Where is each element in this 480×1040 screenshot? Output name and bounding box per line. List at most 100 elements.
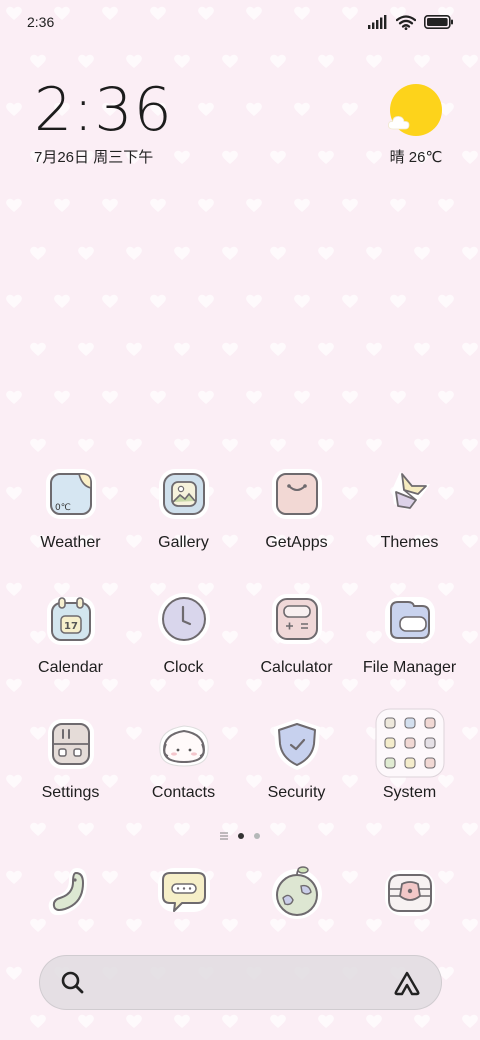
cloud-icon: [388, 116, 410, 130]
app-system-folder[interactable]: System: [353, 708, 466, 810]
search-bar[interactable]: [39, 955, 442, 1010]
sunny-cloud-icon: [388, 84, 442, 136]
wallpaper-heart-icon: [246, 102, 262, 116]
wallpaper-heart-icon: [78, 54, 94, 68]
clock-widget[interactable]: 2:36 7月26日 周三下午: [34, 78, 173, 167]
shield-icon: [267, 714, 327, 774]
wallpaper-heart-icon: [198, 294, 214, 308]
wallpaper-heart-icon: [30, 342, 46, 356]
app-label: Gallery: [158, 534, 209, 551]
wallpaper-heart-icon: [30, 1014, 46, 1028]
wallpaper-heart-icon: [6, 198, 22, 212]
wallpaper-heart-icon: [462, 54, 478, 68]
cellular-signal-icon: [368, 15, 387, 29]
wallpaper-heart-icon: [342, 294, 358, 308]
wallpaper-heart-icon: [270, 54, 286, 68]
wallpaper-heart-icon: [222, 438, 238, 452]
wallpaper-heart-icon: [54, 198, 70, 212]
app-getapps[interactable]: GetApps: [240, 464, 353, 560]
wallpaper-heart-icon: [102, 294, 118, 308]
page-indicator[interactable]: [0, 829, 480, 843]
wallpaper-heart-icon: [54, 390, 70, 404]
app-file-manager[interactable]: File Manager: [353, 589, 466, 685]
wallpaper-heart-icon: [126, 246, 142, 260]
app-calendar[interactable]: 17 Calendar: [14, 589, 127, 685]
app-label: Settings: [41, 784, 100, 801]
weather-icon: 0℃: [41, 464, 101, 524]
app-label: Clock: [163, 659, 204, 676]
weather-widget[interactable]: 晴 26℃: [386, 84, 446, 167]
dock-messages[interactable]: [127, 862, 240, 926]
assistant-icon[interactable]: [393, 970, 421, 996]
app-security[interactable]: Security: [240, 714, 353, 810]
calendar-icon: 17: [41, 589, 101, 649]
wallpaper-heart-icon: [342, 102, 358, 116]
calculator-icon: [267, 589, 327, 649]
app-label: Calculator: [260, 659, 333, 676]
wallpaper-heart-icon: [342, 198, 358, 212]
wallpaper-heart-icon: [414, 54, 430, 68]
wallpaper-heart-icon: [126, 1014, 142, 1028]
wallpaper-heart-icon: [270, 246, 286, 260]
wallpaper-heart-icon: [150, 198, 166, 212]
wallpaper-heart-icon: [366, 438, 382, 452]
wallpaper-heart-icon: [30, 438, 46, 452]
wallpaper-heart-icon: [126, 342, 142, 356]
weather-summary: 晴 26℃: [389, 149, 443, 166]
dock-camera[interactable]: [353, 862, 466, 926]
folder-icon: [380, 589, 440, 649]
wallpaper-heart-icon: [462, 438, 478, 452]
app-contacts[interactable]: Contacts: [127, 714, 240, 810]
dock-browser[interactable]: [240, 862, 353, 926]
wallpaper-heart-icon: [366, 246, 382, 260]
wallpaper-heart-icon: [318, 342, 334, 356]
page-dot: [254, 833, 260, 839]
wallpaper-heart-icon: [462, 342, 478, 356]
wallpaper-heart-icon: [414, 438, 430, 452]
app-label: Calendar: [38, 659, 103, 676]
wallpaper-heart-icon: [438, 294, 454, 308]
wallpaper-heart-icon: [462, 246, 478, 260]
wifi-icon: [396, 14, 416, 30]
wallpaper-heart-icon: [438, 390, 454, 404]
wallpaper-heart-icon: [294, 198, 310, 212]
wallpaper-heart-icon: [246, 294, 262, 308]
menu-lines-icon: [220, 832, 228, 840]
wallpaper-heart-icon: [366, 342, 382, 356]
status-time: 2:36: [27, 14, 55, 30]
app-label: Themes: [380, 534, 439, 551]
app-clock[interactable]: Clock: [127, 589, 240, 685]
page-dot-active: [238, 833, 244, 839]
wallpaper-heart-icon: [78, 1014, 94, 1028]
app-calculator[interactable]: Calculator: [240, 589, 353, 685]
app-themes[interactable]: Themes: [353, 464, 466, 560]
wallpaper-heart-icon: [222, 54, 238, 68]
wallpaper-heart-icon: [78, 438, 94, 452]
wallpaper-heart-icon: [390, 294, 406, 308]
wallpaper-heart-icon: [54, 294, 70, 308]
wallpaper-heart-icon: [222, 342, 238, 356]
wallpaper-heart-icon: [102, 198, 118, 212]
wallpaper-heart-icon: [126, 438, 142, 452]
app-label: Weather: [40, 534, 101, 551]
wallpaper-heart-icon: [462, 1014, 478, 1028]
wallpaper-heart-icon: [318, 150, 334, 164]
app-weather[interactable]: 0℃ Weather: [14, 464, 127, 560]
wallpaper-heart-icon: [270, 150, 286, 164]
wallpaper-heart-icon: [174, 54, 190, 68]
camera-icon: [380, 862, 440, 922]
wallpaper-heart-icon: [390, 390, 406, 404]
wallpaper-heart-icon: [174, 1014, 190, 1028]
wallpaper-heart-icon: [366, 54, 382, 68]
app-settings[interactable]: Settings: [14, 714, 127, 810]
dock-phone[interactable]: [14, 862, 127, 926]
search-icon[interactable]: [60, 970, 86, 996]
wallpaper-heart-icon: [174, 246, 190, 260]
wallpaper-heart-icon: [318, 54, 334, 68]
wallpaper-heart-icon: [174, 150, 190, 164]
status-icons: [368, 14, 454, 30]
app-gallery[interactable]: Gallery: [127, 464, 240, 560]
contacts-icon: [154, 714, 214, 774]
wallpaper-heart-icon: [198, 198, 214, 212]
wallpaper-heart-icon: [246, 198, 262, 212]
